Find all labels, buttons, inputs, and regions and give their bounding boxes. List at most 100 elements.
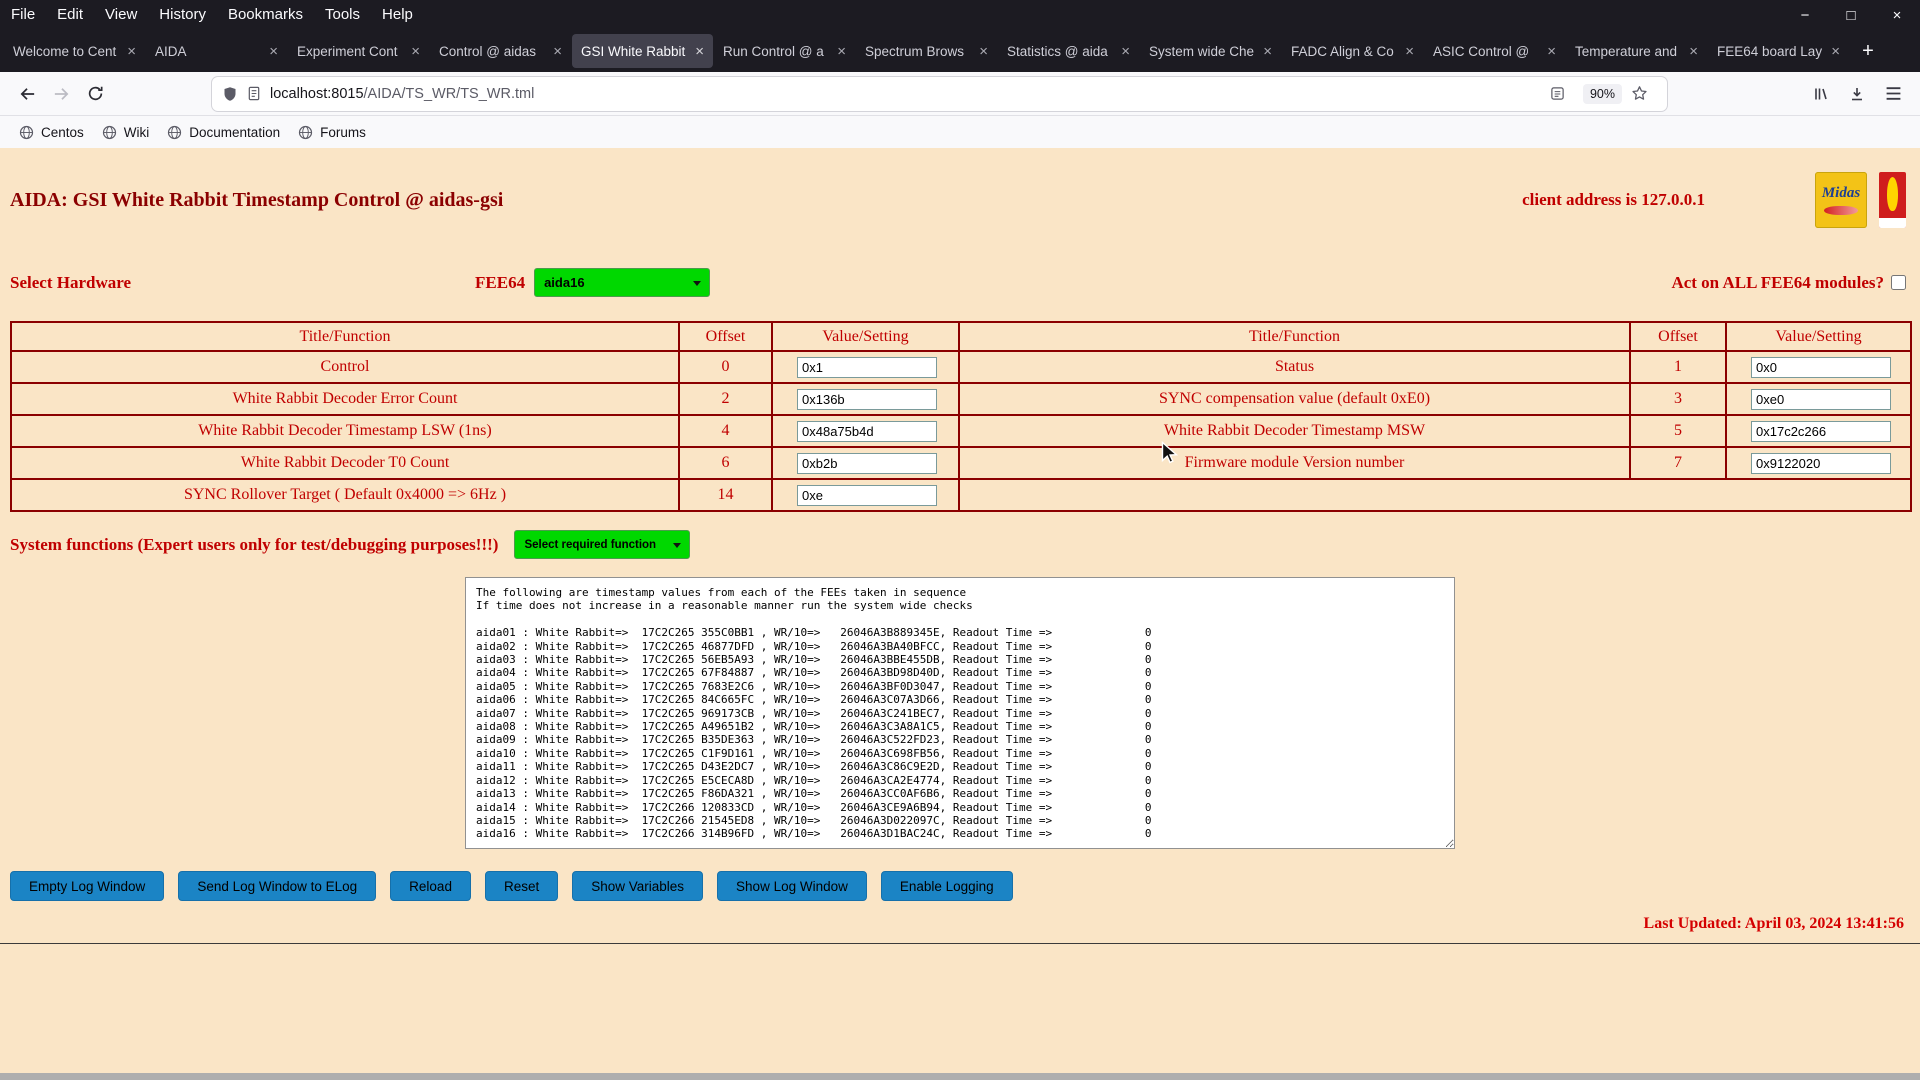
tab-asic-control[interactable]: ASIC Control @× <box>1424 34 1565 68</box>
action-buttons-row: Empty Log Window Send Log Window to ELog… <box>10 871 1906 901</box>
row-title: Status <box>959 351 1630 383</box>
row-title: Control <box>11 351 679 383</box>
sync-rollover-input[interactable] <box>797 485 937 506</box>
library-button[interactable] <box>1804 77 1838 111</box>
new-tab-button[interactable]: + <box>1850 34 1886 68</box>
header-logos: Midas <box>1815 172 1906 228</box>
tab-fee64-board-layout[interactable]: FEE64 board Lay× <box>1708 34 1849 68</box>
zoom-level-badge[interactable]: 90% <box>1583 84 1622 104</box>
reader-mode-icon[interactable] <box>1550 86 1565 101</box>
firmware-version-input[interactable] <box>1751 453 1891 474</box>
system-functions-label: System functions (Expert users only for … <box>10 535 498 555</box>
midas-logo[interactable]: Midas <box>1815 172 1867 228</box>
minimize-button[interactable]: − <box>1782 7 1828 24</box>
menu-edit[interactable]: Edit <box>46 0 94 30</box>
page-content: AIDA: GSI White Rabbit Timestamp Control… <box>0 148 1920 1074</box>
tab-control-aidas[interactable]: Control @ aidas× <box>430 34 571 68</box>
tab-close-icon[interactable]: × <box>979 43 988 60</box>
menu-view[interactable]: View <box>94 0 148 30</box>
row-offset: 14 <box>679 479 772 511</box>
col-header-offset: Offset <box>1630 322 1726 351</box>
tab-close-icon[interactable]: × <box>837 43 846 60</box>
col-header-value: Value/Setting <box>772 322 959 351</box>
row-title: SYNC Rollover Target ( Default 0x4000 =>… <box>11 479 679 511</box>
site-info-icon[interactable] <box>247 86 261 101</box>
tab-close-icon[interactable]: × <box>269 43 278 60</box>
system-functions-row: System functions (Expert users only for … <box>10 530 1906 559</box>
wr-timestamp-lsw-input[interactable] <box>797 421 937 442</box>
enable-logging-button[interactable]: Enable Logging <box>881 871 1013 901</box>
reload-icon <box>87 85 104 102</box>
tab-system-wide-checks[interactable]: System wide Che× <box>1140 34 1281 68</box>
fee64-select[interactable]: aida16 <box>534 268 710 297</box>
menu-history[interactable]: History <box>148 0 217 30</box>
tab-fadc-align[interactable]: FADC Align & Co× <box>1282 34 1423 68</box>
tab-temperature[interactable]: Temperature and× <box>1566 34 1707 68</box>
row-offset: 1 <box>1630 351 1726 383</box>
tab-statistics[interactable]: Statistics @ aida× <box>998 34 1139 68</box>
wr-error-count-input[interactable] <box>797 389 937 410</box>
downloads-button[interactable] <box>1840 77 1874 111</box>
tab-close-icon[interactable]: × <box>1263 43 1272 60</box>
toolbar-right-icons <box>1804 77 1910 111</box>
tab-close-icon[interactable]: × <box>411 43 420 60</box>
globe-icon <box>19 125 34 140</box>
tab-run-control[interactable]: Run Control @ a× <box>714 34 855 68</box>
reset-button[interactable]: Reset <box>485 871 558 901</box>
tab-gsi-white-rabbit[interactable]: GSI White Rabbit× <box>572 34 713 68</box>
secondary-logo[interactable] <box>1879 172 1906 228</box>
tab-spectrum-browser[interactable]: Spectrum Brows× <box>856 34 997 68</box>
tab-welcome[interactable]: Welcome to Cent× <box>4 34 145 68</box>
chevron-down-icon <box>693 281 701 286</box>
tab-close-icon[interactable]: × <box>127 43 136 60</box>
reload-button[interactable] <box>78 77 112 111</box>
row-offset: 0 <box>679 351 772 383</box>
system-function-select[interactable]: Select required function <box>514 530 690 559</box>
wr-t0-count-input[interactable] <box>797 453 937 474</box>
show-variables-button[interactable]: Show Variables <box>572 871 703 901</box>
shield-icon[interactable] <box>222 86 238 102</box>
back-button[interactable] <box>10 77 44 111</box>
tab-close-icon[interactable]: × <box>1121 43 1130 60</box>
menu-help[interactable]: Help <box>371 0 424 30</box>
menu-file[interactable]: File <box>0 0 46 30</box>
tab-close-icon[interactable]: × <box>1831 43 1840 60</box>
menu-tools[interactable]: Tools <box>314 0 371 30</box>
empty-log-button[interactable]: Empty Log Window <box>10 871 164 901</box>
client-address: client address is 127.0.0.1 <box>1522 190 1705 210</box>
app-menu-button[interactable] <box>1876 77 1910 111</box>
row-title: White Rabbit Decoder T0 Count <box>11 447 679 479</box>
row-title: White Rabbit Decoder Timestamp MSW <box>959 415 1630 447</box>
sync-compensation-input[interactable] <box>1751 389 1891 410</box>
bookmark-wiki[interactable]: Wiki <box>93 121 159 144</box>
send-elog-button[interactable]: Send Log Window to ELog <box>178 871 376 901</box>
bookmark-star-icon[interactable] <box>1631 85 1648 102</box>
row-offset: 7 <box>1630 447 1726 479</box>
maximize-button[interactable]: □ <box>1828 7 1874 24</box>
tab-aida[interactable]: AIDA× <box>146 34 287 68</box>
menu-bookmarks[interactable]: Bookmarks <box>217 0 314 30</box>
log-window[interactable]: The following are timestamp values from … <box>465 577 1455 849</box>
bookmark-documentation[interactable]: Documentation <box>158 121 289 144</box>
tab-close-icon[interactable]: × <box>1689 43 1698 60</box>
tab-close-icon[interactable]: × <box>553 43 562 60</box>
url-bar[interactable]: localhost:8015/AIDA/TS_WR/TS_WR.tml 90% <box>212 77 1667 111</box>
tab-experiment-control[interactable]: Experiment Cont× <box>288 34 429 68</box>
control-value-input[interactable] <box>797 357 937 378</box>
forward-button[interactable] <box>44 77 78 111</box>
show-log-button[interactable]: Show Log Window <box>717 871 867 901</box>
tab-close-icon[interactable]: × <box>1405 43 1414 60</box>
bookmarks-toolbar: Centos Wiki Documentation Forums <box>0 116 1920 148</box>
close-window-button[interactable]: × <box>1874 7 1920 24</box>
flame-graphic <box>1887 177 1898 211</box>
status-value-input[interactable] <box>1751 357 1891 378</box>
tab-close-icon[interactable]: × <box>1547 43 1556 60</box>
wr-timestamp-msw-input[interactable] <box>1751 421 1891 442</box>
col-header-offset: Offset <box>679 322 772 351</box>
act-on-all-checkbox[interactable] <box>1891 275 1906 290</box>
bookmark-centos[interactable]: Centos <box>10 121 93 144</box>
reload-page-button[interactable]: Reload <box>390 871 471 901</box>
tab-close-icon[interactable]: × <box>695 43 704 60</box>
globe-icon <box>102 125 117 140</box>
bookmark-forums[interactable]: Forums <box>289 121 375 144</box>
